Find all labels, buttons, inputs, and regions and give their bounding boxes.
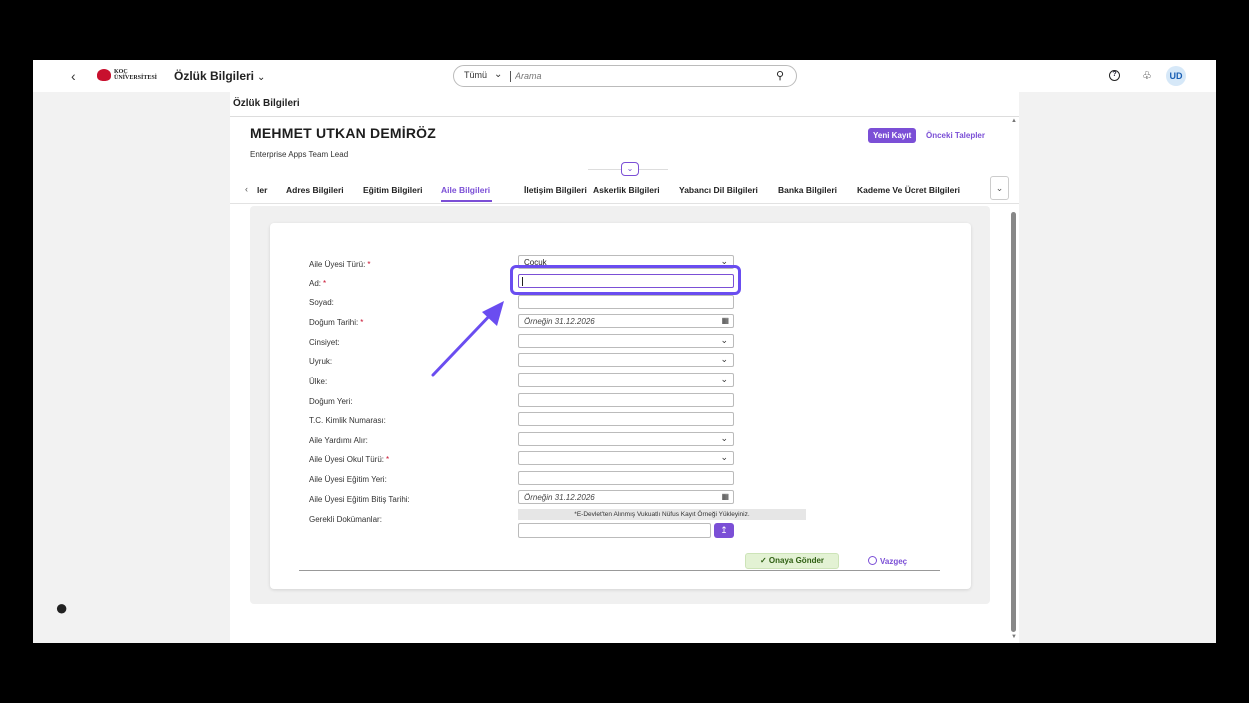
chevron-down-icon: ⌄: [257, 72, 266, 83]
annotation-arrow: [431, 301, 504, 377]
search-icon[interactable]: ⚲: [776, 69, 784, 82]
search-separator: [510, 71, 511, 82]
app-title-menu[interactable]: Özlük Bilgileri ⌄: [174, 69, 265, 83]
search-bar: Tümü ⌄ ⚲: [453, 65, 797, 87]
logo-text-line2: ÜNİVERSİTESİ: [114, 75, 158, 81]
app-window: ‹ KOÇ ÜNİVERSİTESİ Özlük Bilgileri ⌄ Tümü…: [33, 60, 1216, 643]
assistant-logo-icon[interactable]: ●: [55, 595, 68, 621]
shell-bar: ‹ KOÇ ÜNİVERSİTESİ Özlük Bilgileri ⌄ Tümü…: [33, 60, 1216, 92]
avatar[interactable]: UD: [1166, 66, 1186, 86]
back-button[interactable]: ‹: [71, 68, 76, 84]
chevron-down-icon[interactable]: ⌄: [494, 69, 502, 80]
logo-mark-icon: [97, 69, 111, 81]
bell-icon[interactable]: ♧: [1142, 69, 1152, 82]
search-scope-select[interactable]: Tümü: [464, 70, 487, 80]
university-logo[interactable]: KOÇ ÜNİVERSİTESİ: [97, 69, 157, 81]
page-content: Özlük Bilgileri ▲ MEHMET UTKAN DEMİRÖZ E…: [230, 92, 1019, 643]
app-title: Özlük Bilgileri: [174, 69, 255, 83]
help-icon[interactable]: ?: [1109, 70, 1120, 81]
search-input[interactable]: [515, 69, 765, 83]
